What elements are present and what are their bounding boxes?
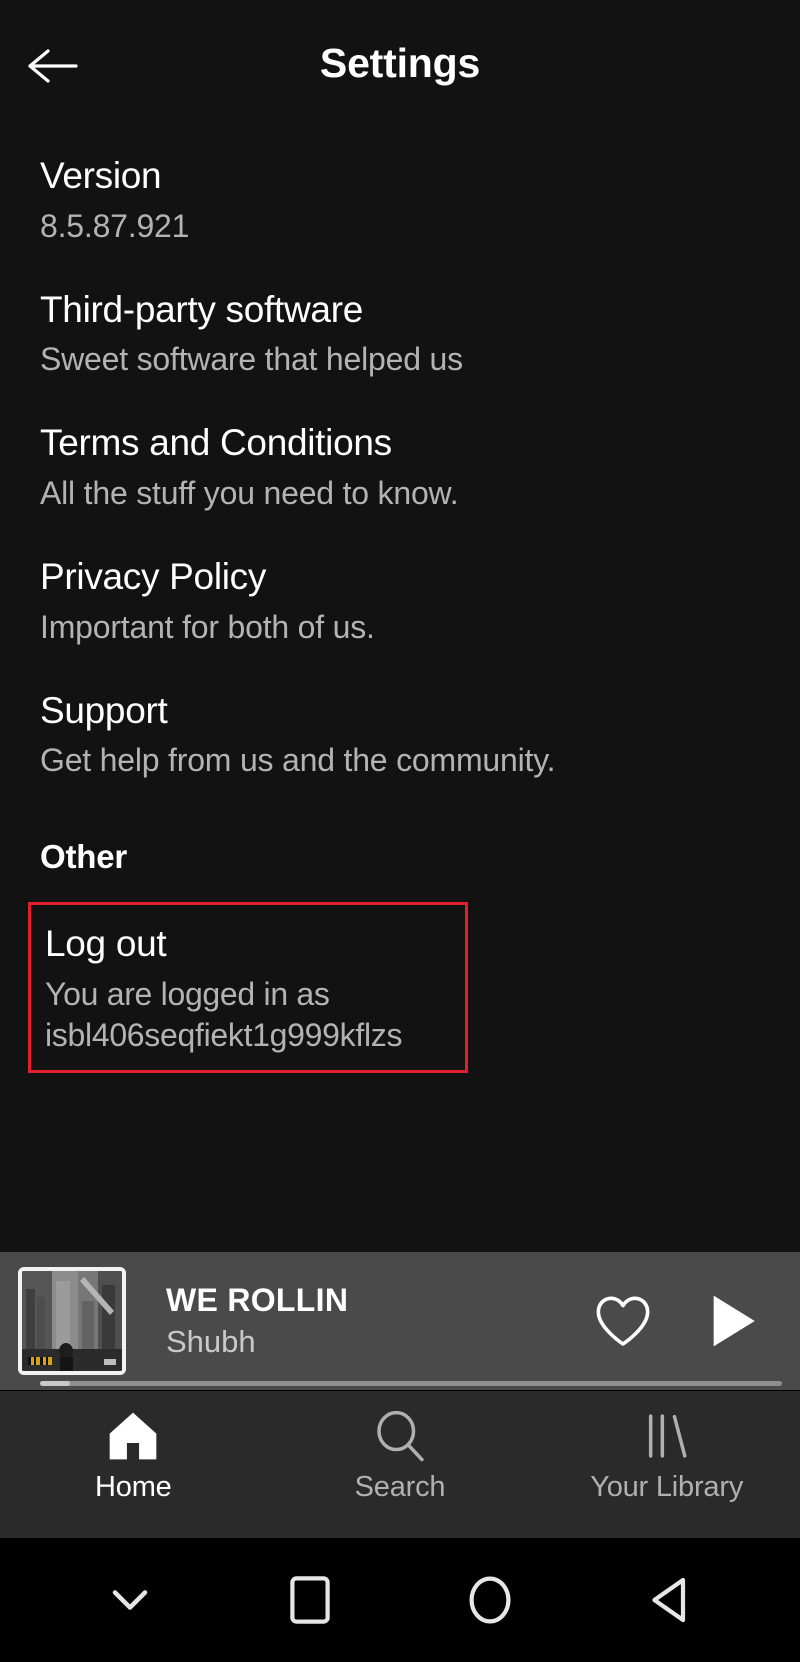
hide-keyboard-button[interactable] <box>88 1558 172 1642</box>
library-icon-wrap <box>639 1405 695 1467</box>
setting-title: Third-party software <box>40 288 363 330</box>
heart-outline-icon <box>596 1296 650 1346</box>
setting-row-support[interactable]: Support Get help from us and the communi… <box>0 689 800 781</box>
album-art[interactable] <box>18 1267 126 1375</box>
playback-progress-fill <box>40 1381 70 1386</box>
setting-title: Privacy Policy <box>40 556 267 598</box>
logged-in-as-prefix: You are logged in as <box>45 975 330 1012</box>
track-title: WE ROLLIN <box>166 1283 349 1319</box>
app-header: Settings <box>0 0 800 128</box>
now-playing-actions <box>592 1290 764 1352</box>
settings-list: Version 8.5.87.921 Third-party software … <box>0 128 800 1252</box>
logged-in-username: isbl406seqfiekt1g999kflzs <box>45 1016 403 1053</box>
like-button[interactable] <box>592 1290 654 1352</box>
circle-home-icon <box>469 1576 511 1624</box>
now-playing-bar[interactable]: WE ROLLIN Shubh <box>0 1252 800 1390</box>
square-recents-icon <box>290 1576 330 1624</box>
page-title: Settings <box>319 40 481 86</box>
play-icon <box>713 1295 755 1347</box>
setting-title: Terms and Conditions <box>40 422 392 464</box>
tab-label-search: Search <box>354 1471 446 1503</box>
search-icon <box>377 1410 424 1462</box>
spotify-settings-screen: Settings Version 8.5.87.921 Third-party … <box>0 0 800 1662</box>
tab-your-library[interactable]: Your Library <box>533 1405 800 1504</box>
setting-subtitle: 8.5.87.921 <box>40 207 190 244</box>
setting-subtitle: Sweet software that helped us <box>40 341 463 378</box>
section-header-other: Other <box>40 838 128 876</box>
log-out-label: Log out <box>45 923 167 965</box>
setting-title: Support <box>40 689 168 731</box>
playback-progress-bar[interactable] <box>40 1381 782 1386</box>
home-icon-wrap <box>105 1405 161 1467</box>
tab-label-home: Home <box>95 1471 172 1503</box>
album-art-image <box>22 1271 122 1371</box>
recents-button[interactable] <box>268 1558 352 1642</box>
log-out-button[interactable]: Log out You are logged in as isbl406seqfi… <box>28 902 468 1073</box>
library-icon <box>648 1414 687 1458</box>
setting-row-terms-and-conditions[interactable]: Terms and Conditions All the stuff you n… <box>0 421 800 513</box>
chevron-down-icon <box>112 1590 148 1610</box>
back-nav-button[interactable] <box>628 1558 712 1642</box>
setting-title: Version <box>40 155 162 196</box>
home-button[interactable] <box>448 1558 532 1642</box>
bottom-tab-bar: Home Search Your Library <box>0 1390 800 1538</box>
setting-row-privacy-policy[interactable]: Privacy Policy Important for both of us. <box>0 555 800 647</box>
tab-search[interactable]: Search <box>267 1405 534 1504</box>
now-playing-text: WE ROLLIN Shubh <box>166 1283 592 1358</box>
home-icon <box>109 1412 157 1460</box>
setting-subtitle: All the stuff you need to know. <box>40 475 459 512</box>
play-button[interactable] <box>702 1290 764 1352</box>
android-system-nav <box>0 1538 800 1662</box>
logged-in-as-text: You are logged in as isbl406seqfiekt1g999… <box>45 974 465 1056</box>
track-artist: Shubh <box>166 1324 256 1359</box>
setting-subtitle: Important for both of us. <box>40 608 375 645</box>
tab-label-your-library: Your Library <box>590 1471 744 1503</box>
triangle-back-icon <box>652 1577 686 1623</box>
setting-row-version[interactable]: Version 8.5.87.921 <box>0 128 800 246</box>
setting-row-third-party-software[interactable]: Third-party software Sweet software that… <box>0 288 800 380</box>
search-icon-wrap <box>372 1405 428 1467</box>
tab-home[interactable]: Home <box>0 1405 267 1504</box>
setting-subtitle: Get help from us and the community. <box>40 742 556 779</box>
